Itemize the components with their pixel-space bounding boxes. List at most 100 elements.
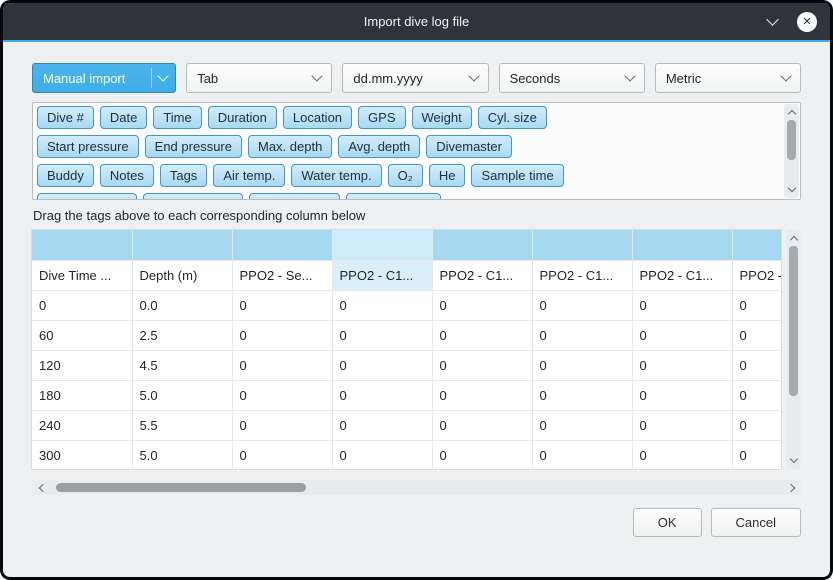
drop-cell-5[interactable] [532, 230, 632, 260]
titlebar[interactable]: Import dive log file ✕ [3, 3, 830, 40]
table-hscrollbar[interactable] [32, 480, 801, 495]
close-button[interactable]: ✕ [796, 11, 818, 33]
table-cell: 0 [732, 350, 781, 380]
tag-gps[interactable]: GPS [358, 106, 405, 129]
hscrollbar-thumb[interactable] [56, 483, 306, 492]
tag-start-pressure[interactable]: Start pressure [37, 135, 139, 158]
combo-duration-format-value: Seconds [510, 71, 561, 86]
table-cell: 0 [332, 320, 432, 350]
chevron-right-icon [786, 483, 794, 491]
tag-pool-scrollbar[interactable] [784, 104, 799, 198]
scroll-right-button[interactable] [784, 480, 800, 495]
table-cell: 0 [432, 380, 532, 410]
drop-cell-3[interactable] [332, 230, 432, 260]
tag-air-temp[interactable]: Air temp. [213, 164, 285, 187]
tag-divemaster[interactable]: Divemaster [426, 135, 512, 158]
preview-table-viewport: Dive Time ...Depth (m)PPO2 - Se...PPO2 -… [32, 230, 781, 469]
table-cell: 2.5 [132, 320, 232, 350]
drop-cell-0[interactable] [32, 230, 132, 260]
table-cell: 0 [732, 410, 781, 440]
chevron-up-icon [787, 110, 795, 118]
table-row: 3005.0000000 [32, 440, 781, 469]
chevron-up-icon [789, 236, 797, 244]
scrollbar-thumb[interactable] [787, 120, 796, 160]
tag-sample-cns[interactable]: Sample CNS [346, 193, 441, 200]
combo-units[interactable]: Metric [655, 63, 801, 93]
drop-cell-2[interactable] [232, 230, 332, 260]
tag-duration[interactable]: Duration [208, 106, 277, 129]
table-row: 602.5000000 [32, 320, 781, 350]
tag-max-depth[interactable]: Max. depth [248, 135, 332, 158]
tag-sample-time[interactable]: Sample time [471, 164, 563, 187]
column-header-7: PPO2 - C1... [732, 260, 781, 290]
chevron-down-icon [766, 13, 779, 26]
tag-sample-temp[interactable]: Sample temp. [143, 193, 243, 200]
combo-import-mode-value: Manual import [43, 71, 125, 86]
ok-button[interactable]: OK [633, 508, 702, 537]
table-vscrollbar[interactable] [786, 230, 801, 469]
combo-duration-format[interactable]: Seconds [499, 63, 645, 93]
table-cell: 0 [232, 290, 332, 320]
drop-cell-4[interactable] [432, 230, 532, 260]
table-cell: 0.0 [132, 290, 232, 320]
chevron-down-icon [468, 70, 479, 81]
preview-table: Dive Time ...Depth (m)PPO2 - Se...PPO2 -… [32, 230, 781, 469]
tag-water-temp[interactable]: Water temp. [291, 164, 381, 187]
table-cell: 0 [232, 380, 332, 410]
table-cell: 5.0 [132, 380, 232, 410]
table-cell: 4.5 [132, 350, 232, 380]
table-cell: 0 [632, 350, 732, 380]
tag-row: Start pressure End pressure Max. depth Avg.… [37, 135, 778, 158]
combo-units-value: Metric [666, 71, 701, 86]
scroll-down-button[interactable] [786, 455, 801, 467]
tag-weight[interactable]: Weight [412, 106, 472, 129]
dialog-content: Manual import Tab dd.mm.yyyy Seconds [3, 42, 830, 577]
dialog-footer: OK Cancel [32, 508, 801, 537]
scrollbar-thumb[interactable] [789, 246, 798, 396]
table-cell: 0 [732, 380, 781, 410]
table-cell: 0 [732, 290, 781, 320]
table-cell: 0 [532, 410, 632, 440]
combo-field-separator[interactable]: Tab [186, 63, 332, 93]
combo-date-format[interactable]: dd.mm.yyyy [342, 63, 488, 93]
table-cell: 60 [32, 320, 132, 350]
scroll-up-button[interactable] [784, 106, 799, 118]
tag-end-pressure[interactable]: End pressure [145, 135, 242, 158]
scroll-down-button[interactable] [784, 184, 799, 196]
tag-pool: Dive # Date Time Duration Location GPS Weight C… [32, 102, 801, 200]
scroll-left-button[interactable] [33, 480, 49, 495]
tag-avg-depth[interactable]: Avg. depth [338, 135, 420, 158]
table-cell: 0 [532, 350, 632, 380]
tag-he[interactable]: He [429, 164, 466, 187]
drop-cell-6[interactable] [632, 230, 732, 260]
tag-notes[interactable]: Notes [100, 164, 154, 187]
tag-date[interactable]: Date [100, 106, 147, 129]
table-cell: 0 [332, 290, 432, 320]
table-row: 1805.0000000 [32, 380, 781, 410]
tag-location[interactable]: Location [283, 106, 352, 129]
drop-cell-1[interactable] [132, 230, 232, 260]
tag-cyl-size[interactable]: Cyl. size [478, 106, 547, 129]
tag-dive[interactable]: Dive # [37, 106, 94, 129]
tag-row: Dive # Date Time Duration Location GPS Weight C… [37, 106, 778, 129]
table-cell: 0 [332, 350, 432, 380]
drop-cell-7[interactable] [732, 230, 781, 260]
column-header-4: PPO2 - C1... [432, 260, 532, 290]
table-cell: 0 [432, 440, 532, 469]
combo-import-mode[interactable]: Manual import [32, 63, 176, 93]
scroll-up-button[interactable] [786, 232, 801, 244]
cancel-button[interactable]: Cancel [711, 508, 801, 537]
table-cell: 0 [632, 380, 732, 410]
table-cell: 0 [532, 440, 632, 469]
tag-tags[interactable]: Tags [160, 164, 207, 187]
table-cell: 120 [32, 350, 132, 380]
tag-o[interactable]: O₂ [388, 164, 423, 187]
column-header-5: PPO2 - C1... [532, 260, 632, 290]
tag-buddy[interactable]: Buddy [37, 164, 94, 187]
tag-time[interactable]: Time [153, 106, 201, 129]
table-cell: 0 [632, 440, 732, 469]
tag-sample-depth[interactable]: Sample depth [37, 193, 137, 200]
shade-button[interactable] [761, 11, 783, 33]
table-cell: 0 [32, 290, 132, 320]
tag-sample-po[interactable]: Sample pO₂ [249, 193, 339, 200]
